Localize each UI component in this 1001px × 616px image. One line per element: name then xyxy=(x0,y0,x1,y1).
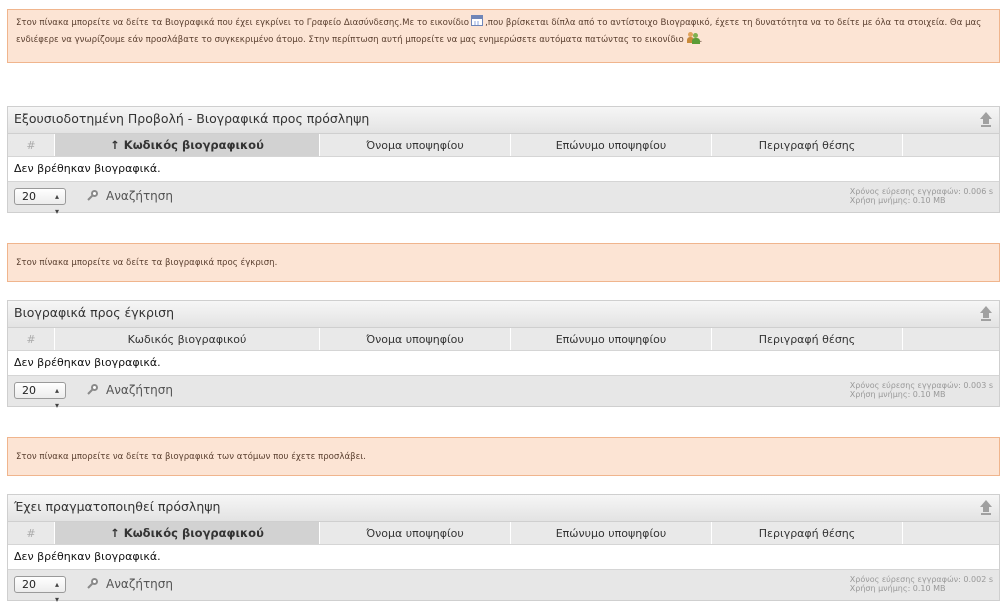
stepper-arrows-icon: ▴ ▾ xyxy=(54,580,59,604)
page-size-select[interactable]: 20 ▴ ▾ xyxy=(14,382,66,410)
col-cv-code[interactable]: Κωδικός βιογραφικού xyxy=(55,328,320,350)
notice-approved-cvs: Στον πίνακα μπορείτε να δείτε τα Βιογραφ… xyxy=(7,9,1000,63)
notice-text-1c: . xyxy=(699,35,703,45)
stepper-arrows-icon: ▴ ▾ xyxy=(54,192,59,216)
query-stats: Χρόνος εύρεσης εγγραφών: 0.002 s Χρήση μν… xyxy=(850,575,993,593)
table-header: # Κωδικός βιογραφικού Όνομα υποψηφίου Επ… xyxy=(8,328,999,351)
panel-header: Έχει πραγματοποιηθεί πρόσληψη xyxy=(8,495,999,522)
col-cv-code[interactable]: ↑ Κωδικός βιογραφικού xyxy=(55,522,320,544)
table-header: # ↑ Κωδικός βιογραφικού Όνομα υποψηφίου … xyxy=(8,134,999,157)
col-actions xyxy=(903,328,999,350)
col-first-name[interactable]: Όνομα υποψηφίου xyxy=(320,328,511,350)
query-time: Χρόνος εύρεσης εγγραφών: 0.006 s xyxy=(849,187,993,196)
search-icon xyxy=(88,189,101,203)
panel-pending-approval: Βιογραφικά προς έγκριση # Κωδικός βιογρα… xyxy=(7,300,1000,410)
col-number: # xyxy=(8,134,55,156)
stepper-arrows-icon: ▴ ▾ xyxy=(54,386,59,410)
notice-text-1a: Στον πίνακα μπορείτε να δείτε τα Βιογραφ… xyxy=(16,18,470,28)
col-first-name[interactable]: Όνομα υποψηφίου xyxy=(320,134,511,156)
search-button[interactable]: Αναζήτηση xyxy=(88,383,173,397)
panel-title: Βιογραφικά προς έγκριση xyxy=(14,305,175,320)
col-actions xyxy=(903,522,999,544)
page-size-value: 20 xyxy=(22,190,36,203)
table-header: # ↑ Κωδικός βιογραφικού Όνομα υποψηφίου … xyxy=(8,522,999,545)
query-time: Χρόνος εύρεσης εγγραφών: 0.003 s xyxy=(849,381,993,390)
col-last-name[interactable]: Επώνυμο υποψηφίου xyxy=(511,522,712,544)
query-time: Χρόνος εύρεσης εγγραφών: 0.002 s xyxy=(849,575,993,584)
empty-message: Δεν βρέθηκαν βιογραφικά. xyxy=(8,157,999,182)
page-size-select[interactable]: 20 ▴ ▾ xyxy=(14,188,66,216)
panel-hired: Έχει πραγματοποιηθεί πρόσληψη # ↑ Κωδικό… xyxy=(7,494,1000,604)
collapse-up-icon[interactable] xyxy=(979,500,993,515)
query-stats: Χρόνος εύρεσης εγγραφών: 0.006 s Χρήση μν… xyxy=(850,187,993,205)
panel-title: Έχει πραγματοποιηθεί πρόσληψη xyxy=(14,499,221,514)
panel-footer: 20 ▴ ▾ Αναζήτηση Χρόνος εύρεσης εγγραφών: … xyxy=(8,182,999,216)
col-position[interactable]: Περιγραφή θέσης xyxy=(712,134,903,156)
notice-hired-cvs: Στον πίνακα μπορείτε να δείτε τα βιογραφ… xyxy=(7,437,1000,476)
calendar-icon xyxy=(471,15,484,26)
panel-header: Εξουσιοδοτημένη Προβολή - Βιογραφικά προ… xyxy=(8,107,999,134)
collapse-up-icon[interactable] xyxy=(979,112,993,127)
memory-usage: Χρήση μνήμης: 0.10 MB xyxy=(849,196,946,205)
collapse-up-icon[interactable] xyxy=(979,306,993,321)
panel-header: Βιογραφικά προς έγκριση xyxy=(8,301,999,328)
page-size-value: 20 xyxy=(22,578,36,591)
col-position[interactable]: Περιγραφή θέσης xyxy=(712,522,903,544)
col-first-name[interactable]: Όνομα υποψηφίου xyxy=(320,522,511,544)
search-icon xyxy=(88,383,101,397)
panel-title: Εξουσιοδοτημένη Προβολή - Βιογραφικά προ… xyxy=(14,111,370,126)
memory-usage: Χρήση μνήμης: 0.10 MB xyxy=(849,390,946,399)
search-label: Αναζήτηση xyxy=(106,577,173,591)
panel-authorized-view: Εξουσιοδοτημένη Προβολή - Βιογραφικά προ… xyxy=(7,106,1000,216)
notice-text-2: Στον πίνακα μπορείτε να δείτε τα βιογραφ… xyxy=(16,258,278,268)
col-position[interactable]: Περιγραφή θέσης xyxy=(712,328,903,350)
users-icon xyxy=(686,32,700,44)
empty-message: Δεν βρέθηκαν βιογραφικά. xyxy=(8,545,999,570)
col-last-name[interactable]: Επώνυμο υποψηφίου xyxy=(511,328,712,350)
query-stats: Χρόνος εύρεσης εγγραφών: 0.003 s Χρήση μν… xyxy=(850,381,993,399)
search-icon xyxy=(88,577,101,591)
search-label: Αναζήτηση xyxy=(106,189,173,203)
col-number: # xyxy=(8,328,55,350)
col-actions xyxy=(903,134,999,156)
page-size-select[interactable]: 20 ▴ ▾ xyxy=(14,576,66,604)
search-label: Αναζήτηση xyxy=(106,383,173,397)
search-button[interactable]: Αναζήτηση xyxy=(88,189,173,203)
empty-message: Δεν βρέθηκαν βιογραφικά. xyxy=(8,351,999,376)
notice-text-3: Στον πίνακα μπορείτε να δείτε τα βιογραφ… xyxy=(16,452,366,462)
page-size-value: 20 xyxy=(22,384,36,397)
col-cv-code[interactable]: ↑ Κωδικός βιογραφικού xyxy=(55,134,320,156)
col-number: # xyxy=(8,522,55,544)
panel-footer: 20 ▴ ▾ Αναζήτηση Χρόνος εύρεσης εγγραφών: … xyxy=(8,376,999,410)
search-button[interactable]: Αναζήτηση xyxy=(88,577,173,591)
notice-pending-cvs: Στον πίνακα μπορείτε να δείτε τα βιογραφ… xyxy=(7,243,1000,282)
col-last-name[interactable]: Επώνυμο υποψηφίου xyxy=(511,134,712,156)
panel-footer: 20 ▴ ▾ Αναζήτηση Χρόνος εύρεσης εγγραφών: … xyxy=(8,570,999,604)
memory-usage: Χρήση μνήμης: 0.10 MB xyxy=(849,584,946,593)
